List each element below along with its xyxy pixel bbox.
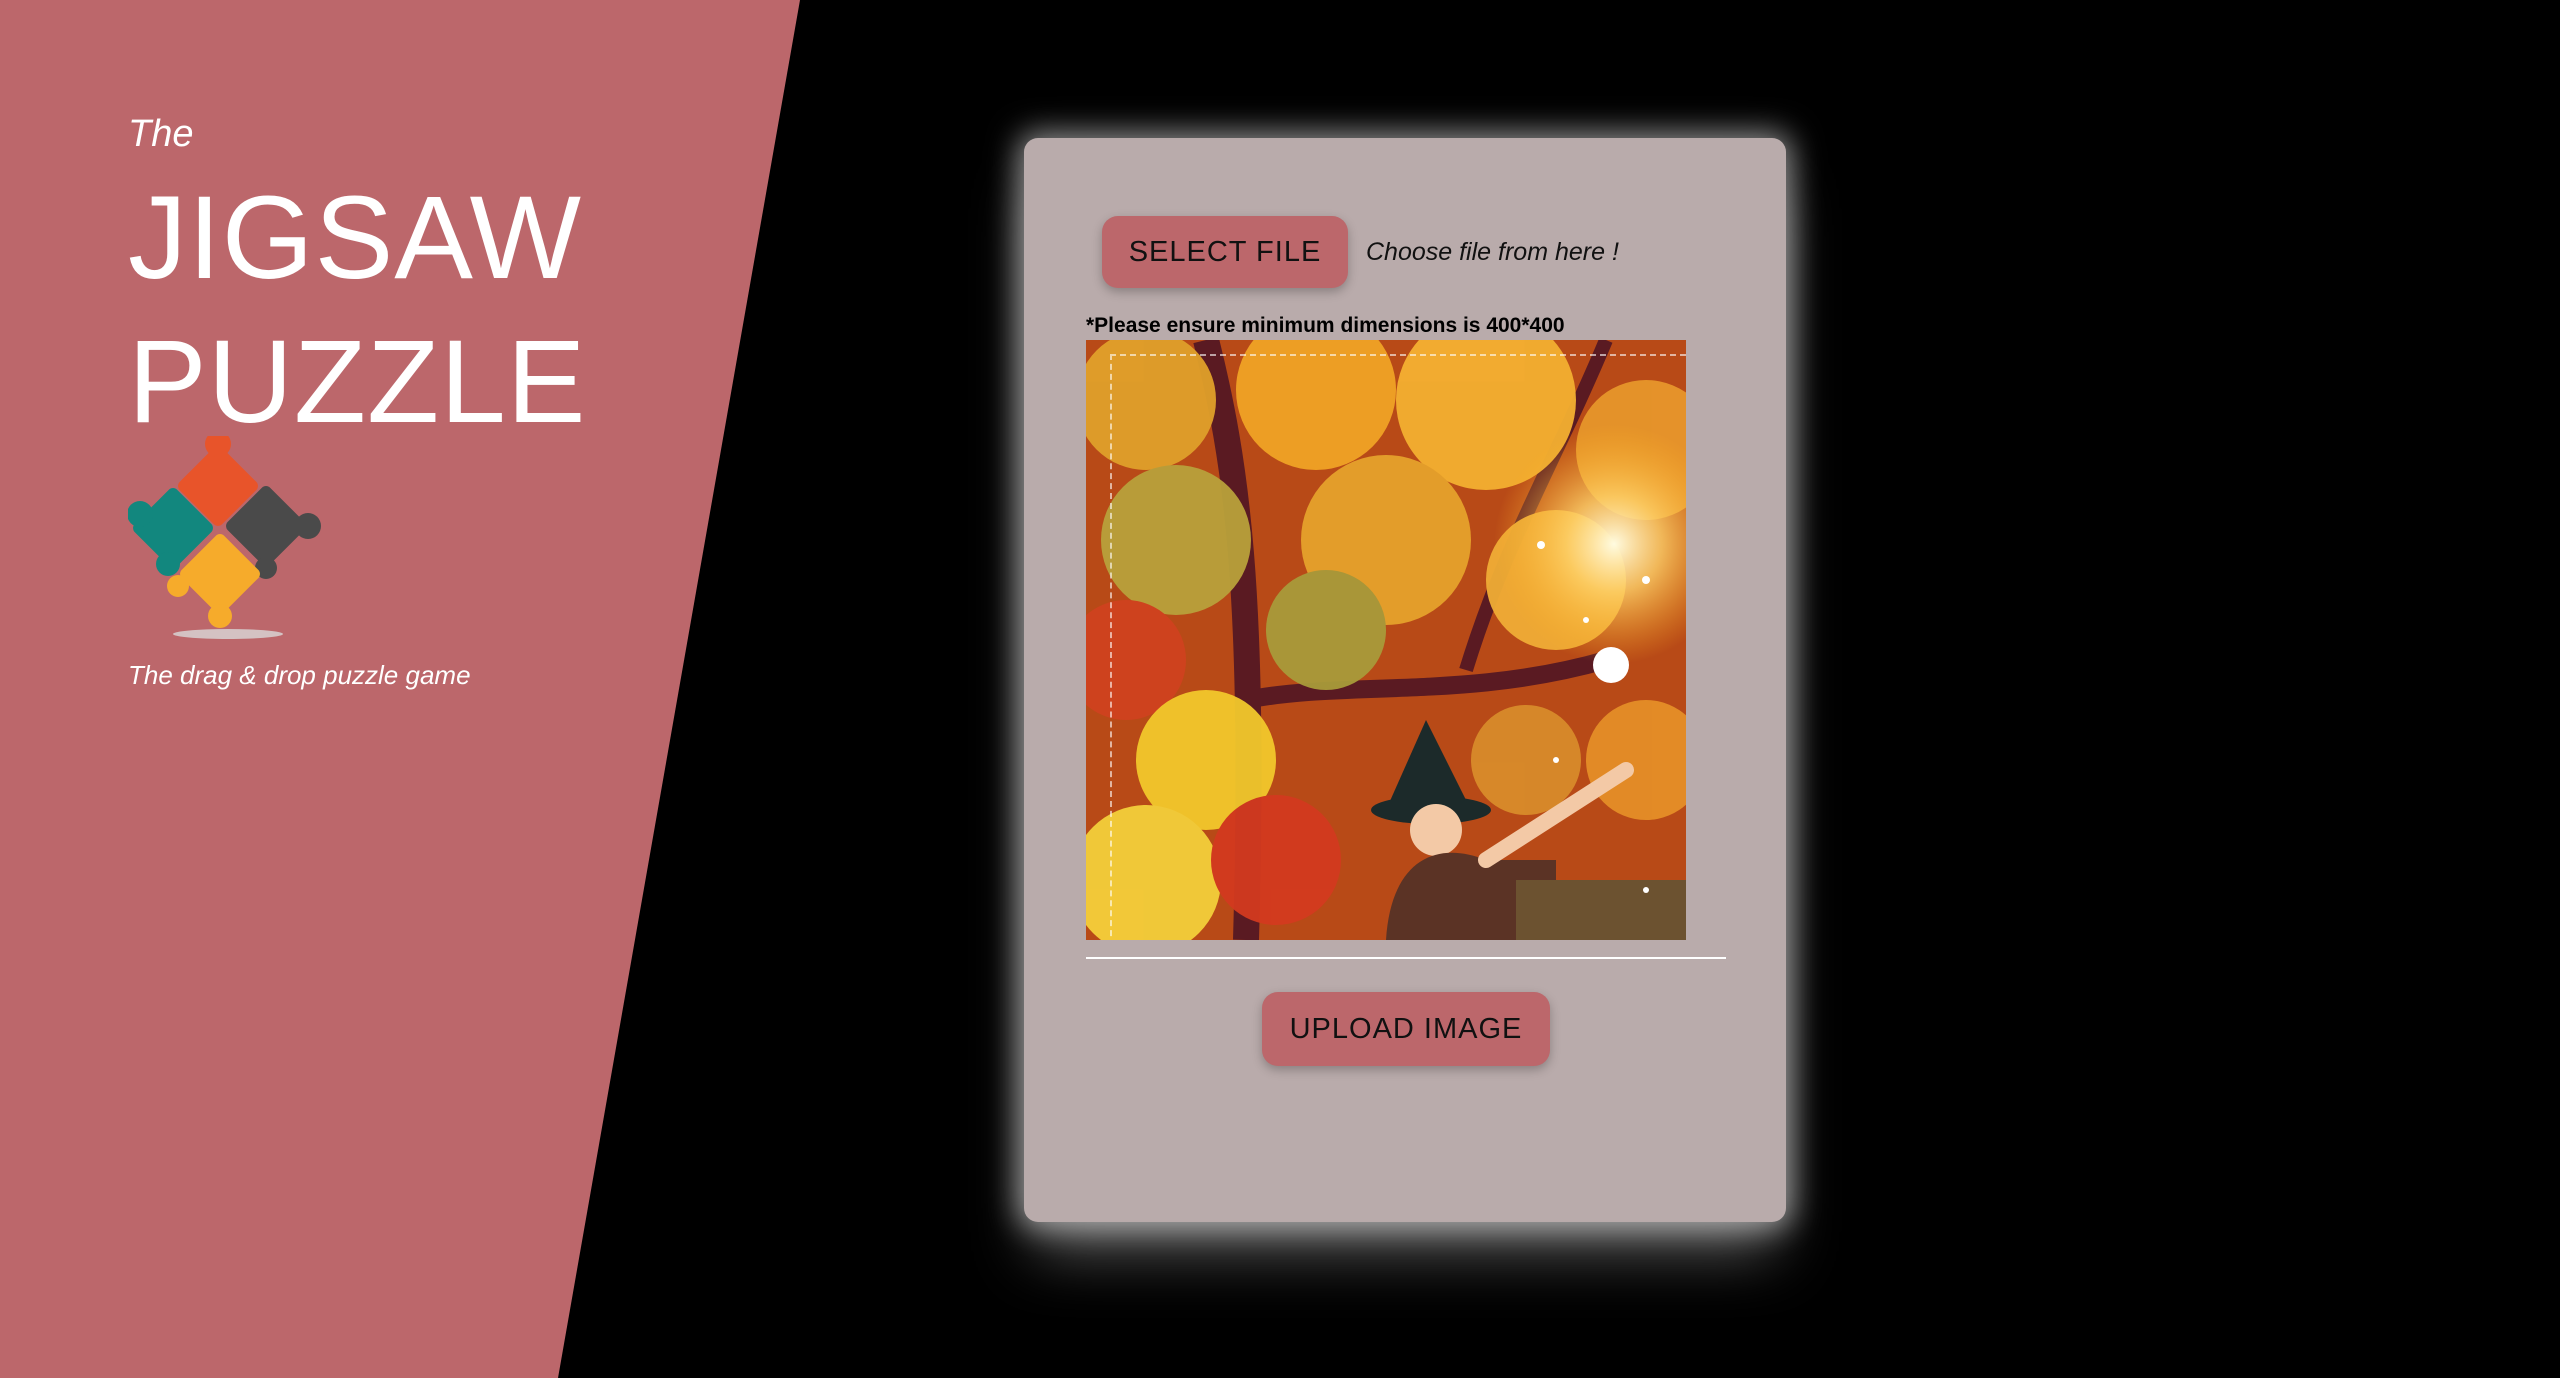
upload-card: SELECT FILE Choose file from here ! *Ple… (1024, 138, 1786, 1222)
dimension-note: *Please ensure minimum dimensions is 400… (1086, 314, 1565, 337)
brand: The JIGSAW PUZZLE (128, 108, 586, 454)
brand-title: JIGSAW PUZZLE (128, 166, 586, 454)
choose-file-hint: Choose file from here ! (1366, 238, 1619, 266)
brand-the: The (128, 113, 194, 155)
divider (1086, 957, 1726, 959)
puzzle-pieces-icon (128, 436, 321, 639)
brand-title-line2: PUZZLE (128, 316, 587, 448)
brand-tagline: The drag & drop puzzle game (128, 660, 471, 690)
crop-guide[interactable] (1110, 354, 1686, 940)
select-file-button[interactable]: SELECT FILE (1102, 216, 1348, 288)
image-preview (1086, 340, 1686, 940)
upload-image-button[interactable]: UPLOAD IMAGE (1262, 992, 1550, 1066)
brand-title-line1: JIGSAW (128, 172, 582, 304)
